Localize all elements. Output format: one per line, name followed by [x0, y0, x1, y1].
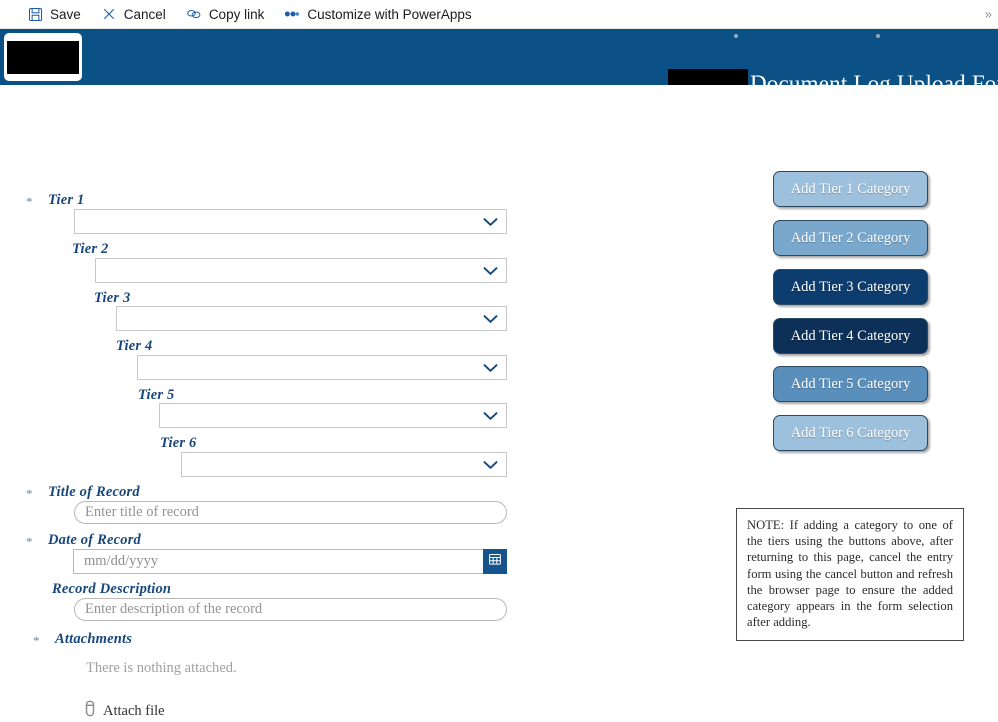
required-marker-tier-1: *: [26, 194, 33, 209]
cancel-button[interactable]: Cancel: [101, 6, 166, 22]
note-box: NOTE: If adding a category to one of the…: [736, 508, 964, 641]
field-tier-2: Tier 2: [72, 241, 109, 258]
date-of-record-field: [73, 549, 507, 574]
copy-link-label: Copy link: [208, 6, 265, 22]
title-of-record-input-wrap: [74, 501, 507, 524]
label-tier-6: Tier 6: [160, 435, 197, 451]
label-record-description: Record Description: [52, 581, 172, 597]
field-attachments: * Attachments: [33, 631, 133, 648]
attach-file-button[interactable]: Attach file: [84, 700, 165, 722]
required-marker-date: *: [26, 534, 33, 549]
title-of-record-input[interactable]: [74, 501, 507, 524]
dropdown-tier-3[interactable]: [116, 306, 507, 331]
calendar-icon: [488, 552, 502, 571]
save-icon: [27, 6, 43, 22]
add-tier-2-category-button[interactable]: Add Tier 2 Category: [773, 220, 928, 256]
label-title-of-record: Title of Record: [48, 484, 140, 500]
add-tier-6-category-button[interactable]: Add Tier 6 Category: [773, 415, 928, 451]
label-attachments: Attachments: [55, 631, 133, 647]
label-date-of-record: Date of Record: [48, 532, 142, 548]
field-date-of-record: * Date of Record: [26, 532, 142, 549]
record-description-input[interactable]: [74, 598, 507, 621]
chevron-down-icon: [482, 360, 498, 376]
save-label: Save: [50, 6, 81, 22]
close-icon: [101, 6, 117, 22]
logo-redaction: [7, 41, 79, 74]
add-tier-5-category-button[interactable]: Add Tier 5 Category: [773, 366, 928, 402]
banner-dot-left: [734, 34, 738, 38]
field-tier-5: Tier 5: [138, 387, 175, 404]
dropdown-tier-6[interactable]: [181, 452, 507, 477]
label-tier-5: Tier 5: [138, 387, 175, 403]
link-icon: [186, 6, 202, 22]
add-tier-1-category-button[interactable]: Add Tier 1 Category: [773, 171, 928, 207]
copy-link-button[interactable]: Copy link: [186, 6, 265, 22]
attach-file-label: Attach file: [103, 702, 165, 719]
required-marker-title: *: [26, 486, 33, 501]
label-tier-2: Tier 2: [72, 241, 109, 257]
field-tier-4: Tier 4: [116, 338, 153, 355]
customize-with-powerapps-button[interactable]: Customize with PowerApps: [284, 6, 472, 22]
chevron-down-icon: [482, 214, 498, 230]
record-description-input-wrap: [74, 598, 507, 621]
dropdown-tier-5[interactable]: [159, 403, 507, 428]
customize-powerapps-label: Customize with PowerApps: [307, 6, 472, 22]
field-tier-3: Tier 3: [94, 290, 131, 307]
label-tier-1: Tier 1: [48, 192, 85, 208]
powerapps-icon: [284, 6, 300, 22]
banner-dot-right: [876, 34, 880, 38]
title-redaction: [668, 69, 748, 85]
date-of-record-input[interactable]: [73, 549, 483, 574]
dropdown-tier-4[interactable]: [137, 355, 507, 380]
add-tier-3-category-button[interactable]: Add Tier 3 Category: [773, 269, 928, 305]
chevron-down-icon: [482, 408, 498, 424]
command-bar-overflow-button[interactable]: »: [985, 7, 992, 22]
field-title-of-record: * Title of Record: [26, 484, 140, 501]
required-marker-attachments: *: [33, 633, 40, 648]
field-record-description: Record Description: [52, 581, 171, 598]
dropdown-tier-1[interactable]: [74, 209, 507, 234]
command-bar: Save Cancel Copy link Customize with Pow…: [0, 0, 998, 29]
label-tier-3: Tier 3: [94, 290, 131, 306]
chevron-down-icon: [482, 457, 498, 473]
page-title: Document Log Upload Form: [750, 71, 998, 85]
label-tier-4: Tier 4: [116, 338, 153, 354]
chevron-down-icon: [482, 311, 498, 327]
chevron-down-icon: [482, 263, 498, 279]
cancel-label: Cancel: [123, 6, 166, 22]
field-tier-1: * Tier 1: [26, 192, 85, 209]
date-picker-button[interactable]: [483, 549, 507, 574]
field-tier-6: Tier 6: [160, 435, 197, 452]
dropdown-tier-2[interactable]: [95, 258, 507, 283]
save-button[interactable]: Save: [27, 6, 81, 22]
page-banner: Document Log Upload Form: [0, 29, 998, 85]
paperclip-icon: [84, 700, 96, 722]
add-tier-4-category-button[interactable]: Add Tier 4 Category: [773, 318, 928, 354]
form-area: * Tier 1 Tier 2 Tier 3 Tier 4 Tier 5 Tie…: [0, 85, 998, 719]
